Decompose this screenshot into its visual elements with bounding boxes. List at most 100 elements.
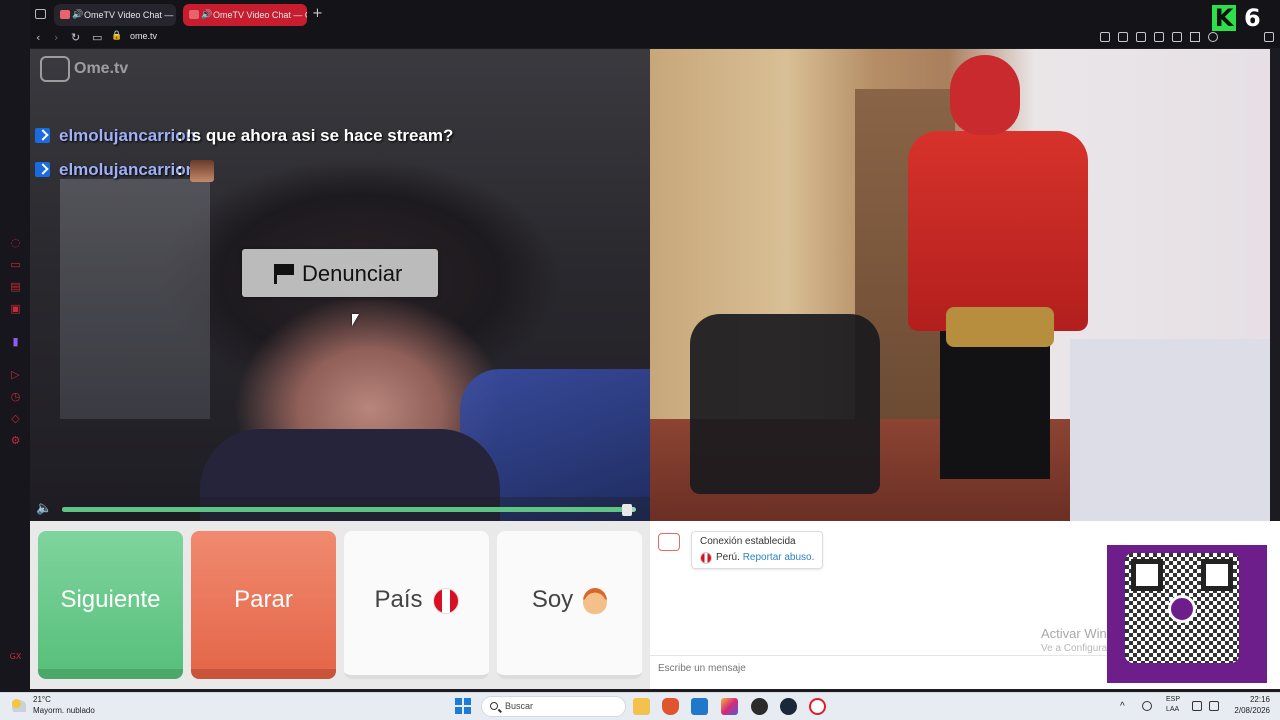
tray-chevron-icon[interactable]: ^	[1120, 701, 1125, 712]
peru-flag-icon	[432, 587, 459, 614]
snapshot-icon[interactable]	[1118, 32, 1128, 42]
player-icon[interactable]: ▷	[9, 368, 22, 381]
extensions-icon[interactable]: ◇	[9, 412, 22, 425]
twitch-icon[interactable]: ▮	[9, 335, 22, 348]
browser-sidebar: ◌ ▭ ▤ ▣ ▮ ▷ ◷ ◇ ⚙ GX	[0, 0, 30, 692]
outlook-icon[interactable]	[691, 698, 708, 715]
browser-tab-bar: 🔊 OmeTV Video Chat — O 🔊 OmeTV Video Cha…	[0, 0, 1280, 28]
country-button[interactable]: País	[344, 531, 489, 679]
chat-username: elmolujancarrion	[59, 126, 196, 145]
obs-icon[interactable]	[751, 698, 768, 715]
gender-button[interactable]: Soy	[497, 531, 642, 679]
chat-emote-icon	[190, 160, 214, 182]
country-line: Perú. Reportar abuso.	[716, 552, 815, 563]
next-button[interactable]: Siguiente	[38, 531, 183, 679]
report-label: Denunciar	[302, 261, 403, 286]
tiktok-icon[interactable]: ▣	[9, 302, 22, 315]
search-icon	[490, 702, 498, 710]
volume-slider[interactable]	[62, 504, 636, 516]
play-icon[interactable]	[1190, 32, 1200, 42]
steam-icon[interactable]	[780, 698, 797, 715]
weather-cloud-icon[interactable]	[10, 698, 26, 712]
url-field[interactable]: ome.tv	[130, 31, 157, 41]
qr-code-icon	[1125, 553, 1239, 663]
opera-gx-icon[interactable]	[809, 698, 826, 715]
clock-date[interactable]: 2/08/2026	[1228, 706, 1270, 715]
taskbar-search[interactable]: Buscar	[481, 696, 626, 717]
brave-icon[interactable]	[662, 698, 679, 715]
reload-icon[interactable]: ↻	[71, 31, 80, 44]
chat-separator: :	[177, 160, 183, 179]
file-explorer-icon[interactable]	[633, 698, 650, 715]
twitch-badge-icon	[35, 128, 50, 143]
ometv-favicon-icon	[60, 10, 70, 19]
activate-windows-title: Activar Win	[1041, 626, 1107, 641]
ometv-logo-icon	[658, 533, 680, 551]
workspaces-icon[interactable]	[35, 9, 46, 19]
menu-icon[interactable]	[1264, 32, 1274, 42]
translate-icon[interactable]	[1172, 32, 1182, 42]
video-background	[60, 179, 210, 419]
chat-separator: :	[177, 126, 183, 145]
history-icon[interactable]: ◷	[9, 390, 22, 403]
report-abuse-link[interactable]: Reportar abuso.	[743, 552, 815, 563]
instagram-icon[interactable]	[721, 698, 738, 715]
heart-icon[interactable]	[1208, 32, 1218, 42]
message-input[interactable]	[650, 655, 1110, 681]
volume-fill	[62, 507, 630, 512]
weather-condition: Mayorm. nublado	[33, 706, 95, 715]
speaker-icon[interactable]: 🔊	[72, 4, 83, 26]
flag-icon	[274, 264, 294, 284]
speaker-icon[interactable]: 🔊	[201, 4, 212, 26]
aria-icon[interactable]: ◌	[9, 236, 22, 249]
temperature: 21°C	[33, 695, 51, 704]
logo-number: 6	[1244, 4, 1261, 32]
stranger-video: Ome.tv elmolujancarrion : !s que ahora a…	[30, 49, 650, 521]
messenger-icon[interactable]: ▤	[9, 280, 22, 293]
boy-emoji-icon	[583, 587, 608, 614]
chat-message: !s que ahora asi se hace stream?	[186, 126, 454, 145]
self-video	[650, 49, 1270, 521]
yape-logo-icon	[1168, 595, 1196, 623]
screen: 🔊 OmeTV Video Chat — O 🔊 OmeTV Video Cha…	[0, 0, 1280, 720]
windows-taskbar: 21°C Mayorm. nublado Buscar ^ ESP LAA 22…	[0, 692, 1280, 720]
new-tab-plus-icon[interactable]: +	[312, 6, 323, 21]
logo-k: K	[1212, 5, 1236, 31]
volume-icon[interactable]: 🔈	[36, 501, 52, 516]
connection-status: Conexión establecida	[700, 536, 796, 547]
chat-panel: Conexión establecida Perú. Reportar abus…	[650, 521, 1280, 689]
peru-flag-icon	[700, 552, 712, 564]
volume-thumb[interactable]	[622, 504, 632, 516]
vpn-icon[interactable]	[1154, 32, 1164, 42]
clock-time[interactable]: 22:16	[1240, 695, 1270, 704]
back-arrow-icon[interactable]: ‹	[36, 31, 40, 44]
tab-ometv-1[interactable]: 🔊 OmeTV Video Chat — O	[54, 4, 176, 26]
mic-icon[interactable]	[1142, 701, 1152, 711]
bookmarks-icon[interactable]: ▭	[9, 258, 22, 271]
system-message: Conexión establecida Perú. Reportar abus…	[691, 531, 823, 569]
forward-arrow-icon[interactable]: ›	[54, 31, 58, 44]
video-background	[940, 329, 1050, 479]
pin-icon[interactable]	[1100, 32, 1110, 42]
tab-title: OmeTV Video Chat — O	[213, 10, 307, 20]
video-background	[950, 55, 1020, 135]
stop-button[interactable]: Parar	[191, 531, 336, 679]
tab-ometv-2[interactable]: 🔊 OmeTV Video Chat — O	[183, 4, 307, 26]
qr-code-overlay	[1107, 545, 1267, 683]
settings-gear-icon[interactable]: ⚙	[9, 434, 22, 447]
volume-control: 🔈	[30, 497, 650, 521]
windows-start-icon[interactable]	[455, 698, 471, 714]
report-button[interactable]: Denunciar	[242, 249, 438, 297]
mouse-cursor-icon	[352, 314, 359, 326]
language-line2[interactable]: LAA	[1166, 706, 1179, 713]
lock-icon[interactable]: 🔒	[111, 31, 122, 41]
shield-icon[interactable]	[1136, 32, 1146, 42]
control-panel: Siguiente Parar País Soy	[30, 521, 650, 689]
gx-icon[interactable]: GX	[9, 650, 22, 663]
language-line1[interactable]: ESP	[1166, 696, 1180, 703]
video-background	[1070, 339, 1270, 521]
speaker-tray-icon[interactable]	[1209, 701, 1219, 711]
video-background	[908, 131, 1088, 331]
camera-icon[interactable]: ▭	[92, 31, 102, 44]
wifi-icon[interactable]	[1192, 701, 1202, 711]
